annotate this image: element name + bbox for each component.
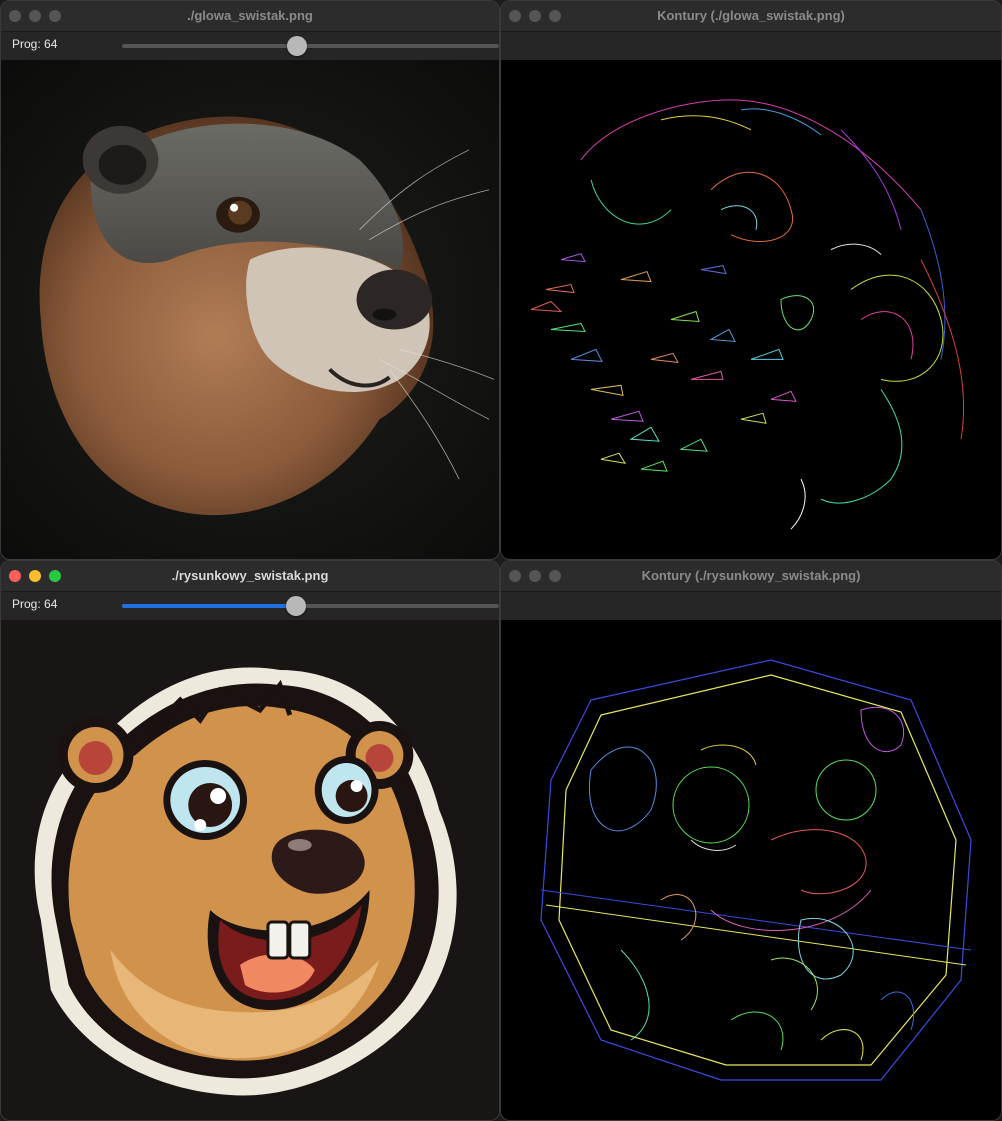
image-photo-marmot	[1, 60, 499, 559]
image-contours-cartoon	[501, 620, 1001, 1120]
contours-photo-render	[501, 60, 1001, 559]
threshold-label: Prog: 64	[12, 37, 58, 51]
window-title: ./glowa_swistak.png	[187, 8, 313, 23]
window-rysunkowy-swistak[interactable]: ./rysunkowy_swistak.png Prog: 64	[0, 560, 500, 1121]
trackbar-row: Prog: 64	[1, 592, 499, 620]
slider-fill	[122, 604, 296, 608]
empty-toolbar	[501, 32, 1001, 60]
window-title: Kontury (./glowa_swistak.png)	[657, 8, 845, 23]
trackbar-row: Prog: 64	[1, 32, 499, 60]
marmot-photo	[1, 60, 499, 559]
titlebar[interactable]: ./rysunkowy_swistak.png	[1, 561, 499, 592]
slider-knob[interactable]	[286, 596, 306, 616]
contours-cartoon-render	[501, 620, 1001, 1120]
titlebar[interactable]: Kontury (./rysunkowy_swistak.png)	[501, 561, 1001, 592]
threshold-slider[interactable]	[122, 36, 499, 56]
titlebar[interactable]: ./glowa_swistak.png	[1, 1, 499, 32]
threshold-slider[interactable]	[122, 596, 499, 616]
image-cartoon-marmot	[1, 620, 499, 1120]
titlebar[interactable]: Kontury (./glowa_swistak.png)	[501, 1, 1001, 32]
window-glowa-swistak[interactable]: ./glowa_swistak.png Prog: 64	[0, 0, 500, 560]
image-contours-photo	[501, 60, 1001, 559]
window-kontury-glowa[interactable]: Kontury (./glowa_swistak.png)	[500, 0, 1002, 560]
threshold-label: Prog: 64	[12, 597, 58, 611]
window-kontury-rysunkowy[interactable]: Kontury (./rysunkowy_swistak.png)	[500, 560, 1002, 1121]
window-title: Kontury (./rysunkowy_swistak.png)	[641, 568, 861, 583]
empty-toolbar	[501, 592, 1001, 620]
marmot-cartoon	[1, 620, 499, 1120]
window-title: ./rysunkowy_swistak.png	[171, 568, 329, 583]
slider-fill	[122, 44, 297, 48]
slider-knob[interactable]	[287, 36, 307, 56]
